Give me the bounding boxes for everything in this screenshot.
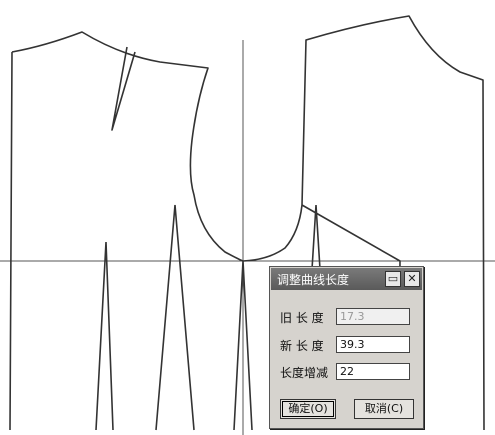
close-icon[interactable]: ✕ [404,271,420,287]
old-length-label: 旧 长 度 [280,311,324,325]
adjust-curve-length-dialog: 调整曲线长度 ▭ ✕ 旧 长 度 17.3 新 长 度 39.3 长度增减 22… [269,266,424,429]
new-length-label: 新 长 度 [280,339,324,353]
minimize-icon[interactable]: ▭ [385,271,401,287]
length-change-label: 长度增减 [280,366,329,380]
dialog-title: 调整曲线长度 [277,273,350,287]
cancel-button[interactable]: 取消(C) [354,399,414,419]
waist-dart-left [95,241,114,431]
length-change-field[interactable]: 22 [336,363,410,380]
waist-dart-middle [155,204,195,431]
back-bodice-outline [9,31,244,431]
shoulder-dart [111,46,136,131]
dialog-titlebar: 调整曲线长度 ▭ ✕ [271,268,422,290]
old-length-field: 17.3 [336,308,410,325]
ok-button[interactable]: 确定(O) [280,399,336,419]
new-length-field[interactable]: 39.3 [336,336,410,353]
